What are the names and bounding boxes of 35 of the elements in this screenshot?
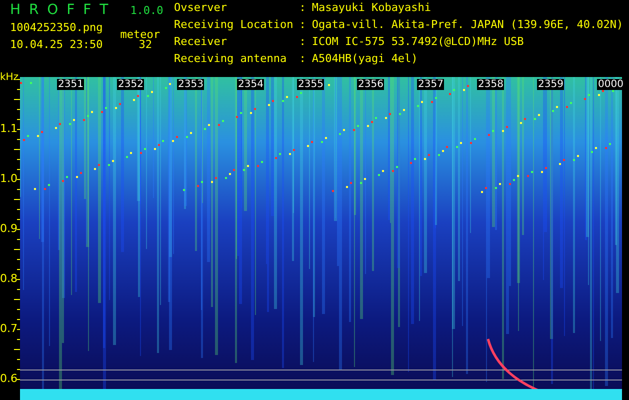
y-axis-label: 0.9 [0,222,18,235]
time-label: 2353 [177,79,204,90]
time-label: 2352 [117,79,144,90]
info-value: ICOM IC-575 53.7492(@LCD)MHz USB [312,36,525,50]
time-label: 2354 [237,79,264,90]
y-axis-label: 0.7 [0,322,18,335]
info-label: Ovserver [174,2,228,16]
colon: : [299,2,306,16]
date-time: 10.04.25 23:50 [10,38,103,51]
info-label: Receiving antenna [174,53,288,67]
app-version: 1.0.0 [130,4,164,17]
time-label: 2357 [417,79,444,90]
y-axis-label: 0.8 [0,272,18,285]
info-label: Receiving Location [174,19,294,33]
info-value: Ogata-vill. Akita-Pref. JAPAN (139.96E, 40.02N) [312,19,624,33]
y-axis-label: 1.0 [0,172,18,185]
time-label: 2351 [57,79,84,90]
info-label: Receiver [174,36,228,50]
file-name: 1004252350.png [10,21,103,34]
axis-unit: kHz [0,72,19,83]
colon: : [299,19,306,33]
y-axis-label: 1.1 [0,122,18,135]
info-value: Masayuki Kobayashi [312,2,432,16]
colon: : [299,36,306,50]
time-label: 0000 [597,79,624,90]
colon: : [299,53,306,67]
info-value: A504HB(yagi 4el) [312,53,419,67]
y-axis-label: 0.6 [0,372,18,385]
time-label: 2358 [477,79,504,90]
meteor-count: 32 [138,38,152,51]
time-label: 2356 [357,79,384,90]
time-label: 2359 [537,79,564,90]
meteor-label: meteor [120,28,160,41]
app-name: H R O F F T [10,2,108,18]
time-label: 2355 [297,79,324,90]
